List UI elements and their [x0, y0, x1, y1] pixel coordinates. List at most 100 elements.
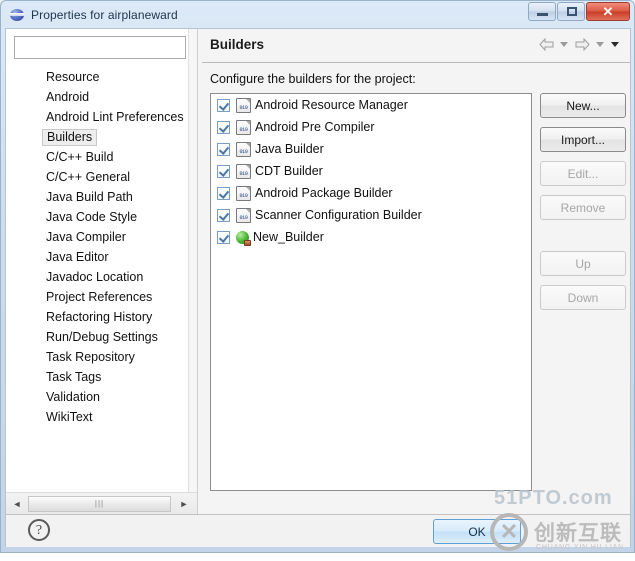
sidebar-divider: [197, 29, 198, 514]
builder-row[interactable]: Android Resource Manager: [211, 94, 531, 116]
close-button[interactable]: ✕: [586, 2, 630, 21]
builders-pane: Builders: [202, 29, 630, 514]
sidebar-horizontal-scrollbar[interactable]: ◄ ||| ►: [6, 492, 197, 514]
builder-row[interactable]: Android Pre Compiler: [211, 116, 531, 138]
up-button: Up: [540, 251, 626, 276]
preferences-tree[interactable]: Resource Android Android Lint Preferences B…: [6, 67, 188, 492]
builder-checkbox[interactable]: [217, 187, 230, 200]
sidebar-item-java-build-path[interactable]: Java Build Path: [6, 187, 188, 207]
sidebar-item-javadoc-location[interactable]: Javadoc Location: [6, 267, 188, 287]
sidebar-item-refactoring-history[interactable]: Refactoring History: [6, 307, 188, 327]
back-menu-chevron-down-icon[interactable]: [560, 40, 569, 49]
builder-checkbox[interactable]: [217, 231, 230, 244]
preferences-sidebar: Resource Android Android Lint Preferences B…: [6, 29, 197, 492]
builders-list[interactable]: Android Resource Manager Android Pre Comp…: [210, 93, 532, 491]
sidebar-item-resource[interactable]: Resource: [6, 67, 188, 87]
sidebar-item-label: Builders: [42, 129, 97, 146]
sidebar-item-validation[interactable]: Validation: [6, 387, 188, 407]
forward-menu-chevron-down-icon[interactable]: [596, 40, 605, 49]
builder-row[interactable]: Java Builder: [211, 138, 531, 160]
help-icon[interactable]: ?: [28, 519, 50, 541]
sidebar-item-label: C/C++ Build: [42, 149, 117, 166]
pane-instruction: Configure the builders for the project:: [210, 72, 416, 86]
sidebar-item-wikitext[interactable]: WikiText: [6, 407, 188, 427]
scroll-thumb[interactable]: |||: [28, 496, 171, 512]
sidebar-item-project-references[interactable]: Project References: [6, 287, 188, 307]
sidebar-item-task-tags[interactable]: Task Tags: [6, 367, 188, 387]
remove-button: Remove: [540, 195, 626, 220]
builder-checkbox[interactable]: [217, 143, 230, 156]
builder-file-icon: [236, 142, 251, 157]
edit-button: Edit...: [540, 161, 626, 186]
close-icon: ✕: [587, 3, 629, 20]
title-bar: Properties for airplaneward ✕: [1, 1, 634, 28]
eclipse-sphere-icon: [9, 7, 25, 23]
builder-file-icon: [236, 208, 251, 223]
sidebar-item-java-compiler[interactable]: Java Compiler: [6, 227, 188, 247]
builder-checkbox[interactable]: [217, 99, 230, 112]
import-button[interactable]: Import...: [540, 127, 626, 152]
sidebar-item-task-repository[interactable]: Task Repository: [6, 347, 188, 367]
sidebar-item-c-c-build[interactable]: C/C++ Build: [6, 147, 188, 167]
sidebar-item-label: Java Code Style: [42, 209, 141, 226]
minimize-button[interactable]: [528, 2, 556, 21]
builder-file-icon: [236, 98, 251, 113]
page-title: Builders: [210, 37, 264, 52]
builder-row[interactable]: CDT Builder: [211, 160, 531, 182]
window-controls: ✕: [528, 2, 630, 21]
sidebar-item-label: Javadoc Location: [42, 269, 147, 286]
down-button: Down: [540, 285, 626, 310]
restore-icon: [567, 7, 577, 16]
ok-button[interactable]: OK: [433, 519, 521, 544]
screenshot-root: Properties for airplaneward ✕ Resource An…: [0, 0, 635, 561]
window-title: Properties for airplaneward: [31, 8, 178, 22]
window-bottom-edge: [0, 553, 635, 561]
scroll-right-arrow-icon[interactable]: ►: [176, 496, 192, 512]
filter-input[interactable]: [14, 36, 186, 59]
sidebar-item-label: Task Repository: [42, 349, 139, 366]
builder-row[interactable]: Scanner Configuration Builder: [211, 204, 531, 226]
sidebar-item-java-editor[interactable]: Java Editor: [6, 247, 188, 267]
pane-header: Builders: [202, 29, 630, 63]
sidebar-item-label: C/C++ General: [42, 169, 134, 186]
sidebar-item-label: Resource: [42, 69, 104, 86]
new-button[interactable]: New...: [540, 93, 626, 118]
sidebar-item-android-lint-preferences[interactable]: Android Lint Preferences: [6, 107, 188, 127]
builder-row[interactable]: New_Builder: [211, 226, 531, 248]
builder-checkbox[interactable]: [217, 209, 230, 222]
sidebar-item-label: Task Tags: [42, 369, 105, 386]
sidebar-item-java-code-style[interactable]: Java Code Style: [6, 207, 188, 227]
sidebar-item-run-debug-settings[interactable]: Run/Debug Settings: [6, 327, 188, 347]
builder-label: Android Resource Manager: [255, 98, 408, 112]
builder-checkbox[interactable]: [217, 165, 230, 178]
forward-arrow-icon[interactable]: [575, 38, 590, 51]
sidebar-item-label: Project References: [42, 289, 156, 306]
dialog-client-area: Resource Android Android Lint Preferences B…: [5, 28, 631, 547]
sidebar-item-label: Refactoring History: [42, 309, 156, 326]
sidebar-item-label: Android Lint Preferences: [42, 109, 188, 126]
sidebar-item-label: Android: [42, 89, 93, 106]
sidebar-item-label: Java Build Path: [42, 189, 137, 206]
builder-checkbox[interactable]: [217, 121, 230, 134]
sidebar-item-label: Validation: [42, 389, 104, 406]
builder-label: Android Pre Compiler: [255, 120, 375, 134]
builders-action-buttons: New... Import... Edit... Remove Up Down: [540, 93, 626, 319]
builder-row[interactable]: Android Package Builder: [211, 182, 531, 204]
restore-button[interactable]: [557, 2, 585, 21]
builder-label: Java Builder: [255, 142, 324, 156]
sidebar-item-label: Java Editor: [42, 249, 113, 266]
view-menu-chevron-down-icon[interactable]: [611, 40, 620, 49]
sidebar-item-c-c-general[interactable]: C/C++ General: [6, 167, 188, 187]
sidebar-item-builders[interactable]: Builders: [6, 127, 188, 147]
sidebar-item-android[interactable]: Android: [6, 87, 188, 107]
sidebar-item-label: WikiText: [42, 409, 97, 426]
properties-dialog-window: Properties for airplaneward ✕ Resource An…: [0, 0, 635, 553]
back-arrow-icon[interactable]: [539, 38, 554, 51]
dialog-footer: ? OK: [6, 514, 630, 547]
builder-file-icon: [236, 164, 251, 179]
builder-label: Android Package Builder: [255, 186, 393, 200]
sidebar-vertical-scrollbar[interactable]: [188, 29, 197, 492]
builder-label: CDT Builder: [255, 164, 323, 178]
sidebar-item-label: Run/Debug Settings: [42, 329, 162, 346]
scroll-left-arrow-icon[interactable]: ◄: [9, 496, 25, 512]
